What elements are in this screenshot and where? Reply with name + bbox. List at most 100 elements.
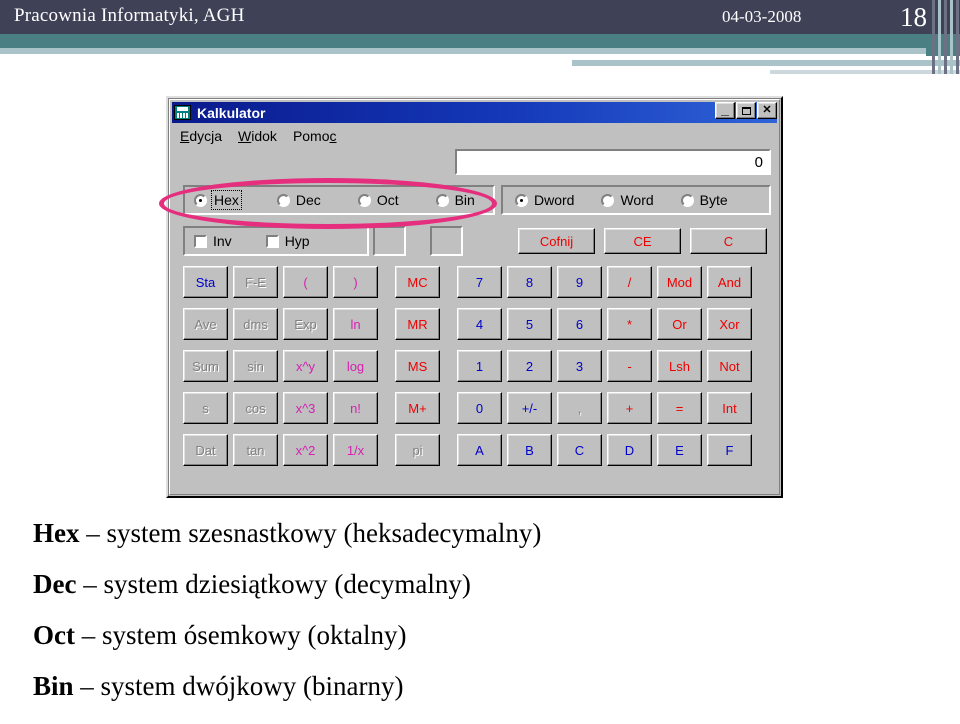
definition-desc-dec: – system dziesiątkowy (decymalny) xyxy=(76,569,471,599)
menu-item-pomoc[interactable]: Pomoc xyxy=(286,127,344,145)
keypad-button-lsh[interactable]: Lsh xyxy=(657,350,702,382)
close-icon[interactable]: ✕ xyxy=(757,102,777,119)
menu-item-widok[interactable]: Widok xyxy=(231,127,284,145)
radio-bin-dot xyxy=(435,193,449,207)
keypad-button-xpowy[interactable]: x^y xyxy=(283,350,328,382)
keypad-button-pi[interactable]: pi xyxy=(395,434,440,466)
calculator-titlebar[interactable]: Kalkulator xyxy=(172,102,777,123)
keypad-button-mod[interactable]: Mod xyxy=(657,266,702,298)
button-ce[interactable]: CE xyxy=(604,228,681,254)
radio-byte[interactable]: Byte xyxy=(680,192,728,208)
radio-word[interactable]: Word xyxy=(601,192,654,208)
keypad-button-0[interactable]: 0 xyxy=(457,392,502,424)
radio-oct-dot xyxy=(357,193,371,207)
maximize-icon[interactable] xyxy=(736,102,756,119)
keypad-button-b[interactable]: B xyxy=(507,434,552,466)
keypad-button-sin[interactable]: sin xyxy=(233,350,278,382)
radio-hex[interactable]: Hex xyxy=(194,190,242,210)
checkbox-hyp[interactable]: Hyp xyxy=(265,233,310,249)
keypad-button-mplus[interactable]: M+ xyxy=(395,392,440,424)
keypad-button-nfact[interactable]: n! xyxy=(333,392,378,424)
slide-body-text: Hex – system szesnastkowy (heksadecymaln… xyxy=(33,520,933,724)
keypad-button-fminuse[interactable]: F-E xyxy=(233,266,278,298)
keypad-button-div[interactable]: / xyxy=(607,266,652,298)
keypad-button-f[interactable]: F xyxy=(707,434,752,466)
definition-term-oct: Oct xyxy=(33,620,75,650)
keypad-button-9[interactable]: 9 xyxy=(557,266,602,298)
keypad-button-not[interactable]: Not xyxy=(707,350,752,382)
keypad-button-xpow2[interactable]: x^2 xyxy=(283,434,328,466)
keypad-button-exp[interactable]: Exp xyxy=(283,308,328,340)
button-cofnij[interactable]: Cofnij xyxy=(518,228,595,254)
keypad-button-1divx[interactable]: 1/x xyxy=(333,434,378,466)
keypad-button-7[interactable]: 7 xyxy=(457,266,502,298)
keypad-button-s[interactable]: s xyxy=(183,392,228,424)
keypad-button-5[interactable]: 5 xyxy=(507,308,552,340)
keypad-button-c[interactable]: C xyxy=(557,434,602,466)
keypad-button-1[interactable]: 1 xyxy=(457,350,502,382)
keypad-button-mc[interactable]: MC xyxy=(395,266,440,298)
keypad-button-lparen[interactable]: ( xyxy=(283,266,328,298)
header-vstripe-4 xyxy=(950,0,953,74)
keypad-button-ln[interactable]: ln xyxy=(333,308,378,340)
radio-byte-dot xyxy=(680,193,694,207)
keypad-button-and[interactable]: And xyxy=(707,266,752,298)
radio-dec-dot xyxy=(276,193,290,207)
minimize-icon[interactable]: _ xyxy=(715,102,735,119)
radio-bin[interactable]: Bin xyxy=(435,192,475,208)
menu-item-widok-rest: idok xyxy=(251,127,277,144)
keypad-button-8[interactable]: 8 xyxy=(507,266,552,298)
keypad-button-rparen[interactable]: ) xyxy=(333,266,378,298)
keypad-button-or[interactable]: Or xyxy=(657,308,702,340)
slide-header: Pracownia Informatyki, AGH 04-03-2008 18 xyxy=(0,0,960,34)
keypad-button-cos[interactable]: cos xyxy=(233,392,278,424)
keypad-button-sum[interactable]: Sum xyxy=(183,350,228,382)
keypad-button-dms[interactable]: dms xyxy=(233,308,278,340)
radio-oct-label: Oct xyxy=(376,192,399,208)
calculator-icon xyxy=(174,105,191,120)
minimize-glyph: _ xyxy=(721,101,729,117)
checkbox-inv-box xyxy=(194,234,207,248)
header-band-teal xyxy=(0,34,926,48)
calculator-window[interactable]: Kalkulator _ ✕ Edycja Widok Pomoc 0 Hex … xyxy=(166,96,783,498)
radio-dword[interactable]: Dword xyxy=(515,192,574,208)
keypad-button-mr[interactable]: MR xyxy=(395,308,440,340)
menu-item-edycja[interactable]: Edycja xyxy=(173,127,229,145)
keypad-button-int[interactable]: Int xyxy=(707,392,752,424)
definition-term-dec: Dec xyxy=(33,569,77,599)
keypad-button-a[interactable]: A xyxy=(457,434,502,466)
keypad-button-log[interactable]: log xyxy=(333,350,378,382)
keypad-button-ave[interactable]: Ave xyxy=(183,308,228,340)
keypad-button-e[interactable]: E xyxy=(657,434,702,466)
keypad-button-equals[interactable]: = xyxy=(657,392,702,424)
keypad-button-2[interactable]: 2 xyxy=(507,350,552,382)
calculator-display[interactable]: 0 xyxy=(455,149,771,175)
checkbox-inv-label: Inv xyxy=(213,233,232,249)
keypad-button-4[interactable]: 4 xyxy=(457,308,502,340)
maximize-glyph xyxy=(737,103,755,118)
keypad-button-sta[interactable]: Sta xyxy=(183,266,228,298)
radio-dword-label: Dword xyxy=(534,192,575,208)
definition-line-dec: Dec – system dziesiątkowy (decymalny) xyxy=(33,571,933,598)
keypad-button-plusdivminus[interactable]: +/- xyxy=(507,392,552,424)
keypad-button-mul[interactable]: * xyxy=(607,308,652,340)
checkbox-inv[interactable]: Inv xyxy=(194,233,232,249)
keypad-button-ms[interactable]: MS xyxy=(395,350,440,382)
keypad-button-minus[interactable]: - xyxy=(607,350,652,382)
button-c[interactable]: C xyxy=(690,228,767,254)
keypad-button-comma[interactable]: , xyxy=(557,392,602,424)
keypad-button-tan[interactable]: tan xyxy=(233,434,278,466)
keypad-button-dat[interactable]: Dat xyxy=(183,434,228,466)
word-size-radio-group: Dword Word Byte xyxy=(501,185,771,215)
keypad-button-xpow3[interactable]: x^3 xyxy=(283,392,328,424)
radio-dec[interactable]: Dec xyxy=(276,192,321,208)
menu-item-pomoc-start: Pomo xyxy=(292,127,330,144)
keypad-button-xor[interactable]: Xor xyxy=(707,308,752,340)
indicator-box-1 xyxy=(373,226,406,256)
keypad-button-plus[interactable]: + xyxy=(607,392,652,424)
keypad-button-d[interactable]: D xyxy=(607,434,652,466)
keypad-button-3[interactable]: 3 xyxy=(557,350,602,382)
keypad-button-6[interactable]: 6 xyxy=(557,308,602,340)
window-controls: _ ✕ xyxy=(715,102,777,119)
radio-oct[interactable]: Oct xyxy=(357,192,399,208)
